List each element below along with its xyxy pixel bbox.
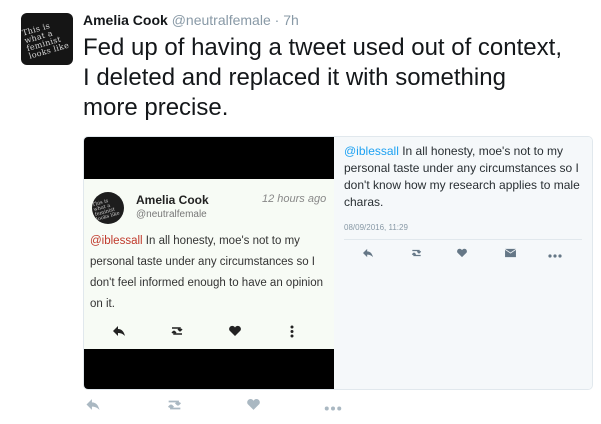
screenshot-username: @neutralfemale <box>136 209 207 220</box>
more-icon[interactable] <box>324 398 342 415</box>
reply-icon <box>112 325 126 340</box>
tweet-header: Amelia Cook @neutralfemale · 7h <box>83 12 299 28</box>
heart-icon[interactable] <box>246 398 261 415</box>
dm-icon[interactable] <box>504 247 517 261</box>
screenshot-avatar: This is what a feminist looks like <box>92 192 124 224</box>
timestamp[interactable]: 7h <box>283 12 299 28</box>
tweet-text: Fed up of having a tweet used out of con… <box>83 34 562 121</box>
more-vertical-icon <box>290 325 294 341</box>
avatar[interactable]: This is what a feminist looks like <box>21 13 73 65</box>
heart-icon <box>228 325 242 340</box>
screenshot-actions <box>84 325 334 345</box>
fullname[interactable]: Amelia Cook <box>83 12 168 28</box>
media-card[interactable]: This is what a feminist looks like Ameli… <box>83 136 593 390</box>
quoted-actions <box>334 247 592 265</box>
quoted-tweet[interactable]: @iblessall In all honesty, moe's not to … <box>334 137 592 389</box>
separator-dot: · <box>274 12 280 28</box>
screenshot-image[interactable]: This is what a feminist looks like Ameli… <box>84 137 334 389</box>
retweet-icon[interactable] <box>165 398 184 416</box>
more-icon[interactable] <box>548 247 562 261</box>
quoted-date: 08/09/2016, 11:29 <box>344 223 408 232</box>
avatar-scribble: This is what a feminist looks like <box>21 21 71 61</box>
screenshot-time: 12 hours ago <box>262 193 327 205</box>
screenshot-tweet: This is what a feminist looks like Ameli… <box>84 179 334 349</box>
screenshot-avatar-scribble: This is what a feminist looks like <box>92 198 121 223</box>
screenshot-mention: @iblessall <box>90 235 143 247</box>
tweet-actions <box>83 398 383 418</box>
username[interactable]: @neutralfemale <box>172 12 271 28</box>
reply-icon[interactable] <box>85 398 101 415</box>
screenshot-name: Amelia Cook <box>136 193 209 207</box>
quoted-text: @iblessall In all honesty, moe's not to … <box>344 143 584 211</box>
reply-icon[interactable] <box>362 247 374 261</box>
retweet-icon <box>170 325 184 340</box>
retweet-icon[interactable] <box>410 247 423 261</box>
heart-icon[interactable] <box>456 247 468 261</box>
screenshot-text: @iblessall In all honesty, moe's not to … <box>90 231 330 315</box>
quoted-mention[interactable]: @iblessall <box>344 144 399 158</box>
divider <box>344 239 582 240</box>
